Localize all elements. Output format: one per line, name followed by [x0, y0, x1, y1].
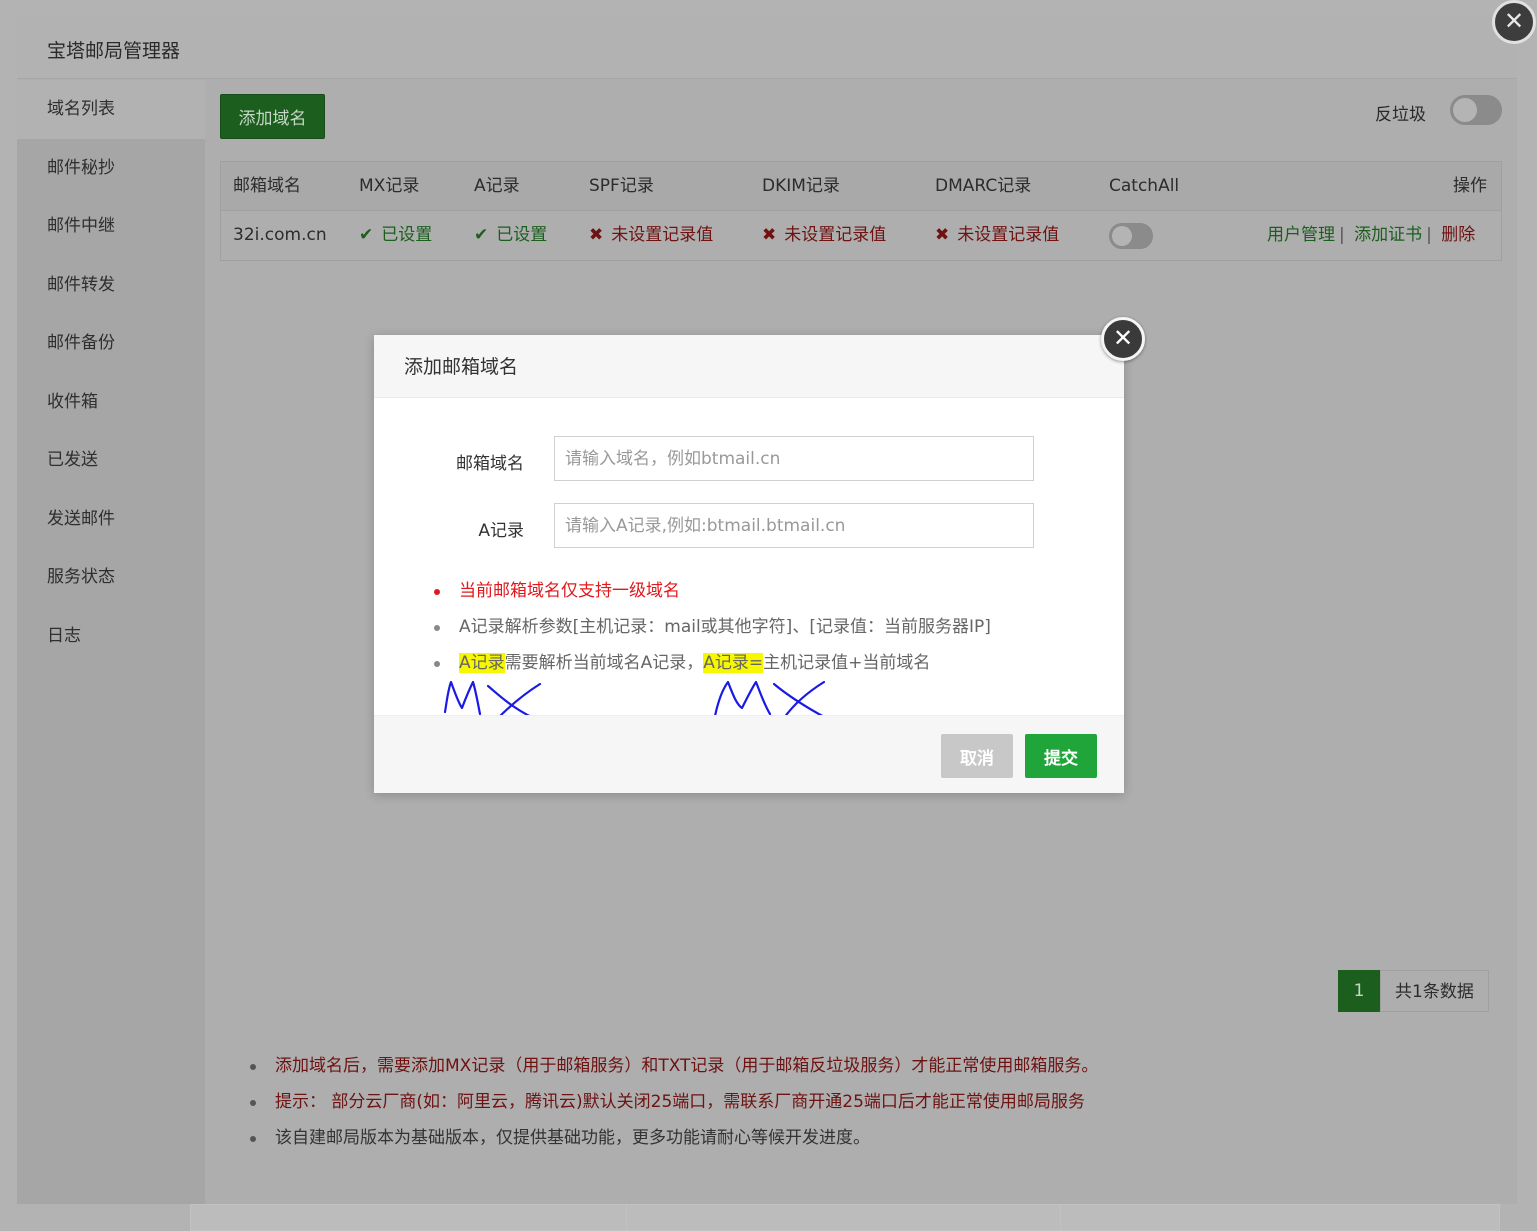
- separator: |: [1339, 225, 1345, 245]
- dialog-title: 添加邮箱域名: [374, 335, 1124, 398]
- sidebar-item-service-status[interactable]: 服务状态: [17, 548, 205, 607]
- tip-text: 需要解析当前域名A记录，: [504, 653, 704, 673]
- note-item: 提示： 部分云厂商(如：阿里云，腾讯云)默认关闭25端口，需联系厂商开通25端口…: [250, 1086, 1490, 1122]
- cross-icon: ✖: [762, 225, 777, 245]
- page-1-button[interactable]: 1: [1338, 970, 1380, 1012]
- col-header-spf: SPF记录: [589, 176, 654, 196]
- user-manage-link[interactable]: 用户管理: [1267, 225, 1335, 245]
- check-icon: ✔: [359, 225, 374, 245]
- sidebar-item-logs[interactable]: 日志: [17, 607, 205, 666]
- sidebar-item-inbox[interactable]: 收件箱: [17, 373, 205, 432]
- a-status-cell: ✔ 已设置: [474, 211, 547, 260]
- sidebar: 域名列表 邮件秘抄 邮件中继 邮件转发 邮件备份 收件箱 已发送 发送邮件 服务…: [17, 80, 205, 1204]
- dialog-close-icon[interactable]: ✕: [1101, 317, 1145, 361]
- sidebar-item-sent[interactable]: 已发送: [17, 431, 205, 490]
- dmarc-status-text: 未设置记录值: [957, 225, 1060, 245]
- bg-card: [1060, 1204, 1500, 1231]
- note-item: 该自建邮局版本为基础版本，仅提供基础功能，更多功能请耐心等候开发进度。: [250, 1122, 1490, 1158]
- antispam-label: 反垃圾: [1375, 105, 1426, 125]
- sidebar-item-send-mail[interactable]: 发送邮件: [17, 490, 205, 549]
- actions-cell: 用户管理 | 添加证书 | 删除: [1267, 211, 1475, 260]
- col-header-dmarc: DMARC记录: [935, 176, 1032, 196]
- dialog-footer: 取消 提交: [374, 715, 1124, 793]
- catchall-toggle[interactable]: [1109, 223, 1153, 249]
- dmarc-status-cell: ✖ 未设置记录值: [935, 211, 1059, 260]
- toggle-knob: [1112, 226, 1132, 246]
- col-header-a: A记录: [474, 176, 520, 196]
- tip-item: 当前邮箱域名仅支持一级域名: [429, 575, 1089, 611]
- handwritten-mx-annotation: [713, 680, 828, 720]
- domain-cell: 32i.com.cn: [233, 225, 327, 245]
- col-header-dkim: DKIM记录: [762, 176, 840, 196]
- col-header-mx: MX记录: [359, 176, 420, 196]
- cross-icon: ✖: [935, 225, 950, 245]
- toggle-knob: [1453, 98, 1477, 122]
- add-cert-link[interactable]: 添加证书: [1354, 225, 1422, 245]
- col-header-actions: 操作: [1453, 176, 1487, 196]
- note-item: 添加域名后，需要添加MX记录（用于邮箱服务）和TXT记录（用于邮箱反垃圾服务）才…: [250, 1050, 1490, 1086]
- col-header-catchall: CatchAll: [1109, 176, 1180, 196]
- a-record-input[interactable]: [554, 503, 1034, 548]
- add-mail-domain-dialog: 添加邮箱域名 ✕ 邮箱域名 A记录 当前邮箱域名仅支持一级域名 A记录解析参数[…: [374, 317, 1145, 793]
- table-header-row: 邮箱域名 MX记录 A记录 SPF记录 DKIM记录 DMARC记录 Catch…: [221, 162, 1501, 211]
- sidebar-item-mail-relay[interactable]: 邮件中继: [17, 197, 205, 256]
- window-close-icon[interactable]: ✕: [1492, 0, 1536, 44]
- delete-link[interactable]: 删除: [1441, 225, 1475, 245]
- tip-item: A记录解析参数[主机记录：mail或其他字符]、[记录值：当前服务器IP]: [429, 611, 1089, 647]
- pagination-total: 共1条数据: [1380, 970, 1489, 1012]
- submit-button[interactable]: 提交: [1025, 734, 1097, 778]
- spf-status-text: 未设置记录值: [611, 225, 714, 245]
- window-title: 宝塔邮局管理器: [47, 40, 181, 62]
- domain-field-label: 邮箱域名: [456, 454, 524, 474]
- cancel-button[interactable]: 取消: [941, 734, 1013, 778]
- separator: |: [1426, 225, 1432, 245]
- col-header-domain: 邮箱域名: [233, 176, 301, 196]
- mx-status-text: 已设置: [381, 225, 433, 245]
- tip-text: 主机记录值+当前域名: [763, 653, 931, 673]
- cross-icon: ✖: [589, 225, 604, 245]
- bg-card: [190, 1204, 630, 1231]
- sidebar-item-mail-backup[interactable]: 邮件备份: [17, 314, 205, 373]
- dkim-status-cell: ✖ 未设置记录值: [762, 211, 886, 260]
- pagination: 1 共1条数据: [1338, 970, 1489, 1012]
- sidebar-item-mail-bcc[interactable]: 邮件秘抄: [17, 139, 205, 198]
- dkim-status-text: 未设置记录值: [784, 225, 887, 245]
- domain-input[interactable]: [554, 436, 1034, 481]
- spf-status-cell: ✖ 未设置记录值: [589, 211, 713, 260]
- notes-list: 添加域名后，需要添加MX记录（用于邮箱服务）和TXT记录（用于邮箱反垃圾服务）才…: [250, 1050, 1490, 1158]
- sidebar-item-mail-forward[interactable]: 邮件转发: [17, 256, 205, 315]
- bg-card: [626, 1204, 1066, 1231]
- highlighted-text: A记录=: [703, 653, 764, 673]
- check-icon: ✔: [474, 225, 489, 245]
- antispam-toggle[interactable]: [1450, 95, 1502, 125]
- domain-table: 邮箱域名 MX记录 A记录 SPF记录 DKIM记录 DMARC记录 Catch…: [220, 161, 1502, 261]
- highlighted-text: A记录: [459, 653, 505, 673]
- dialog-tips-list: 当前邮箱域名仅支持一级域名 A记录解析参数[主机记录：mail或其他字符]、[记…: [429, 575, 1089, 683]
- table-row: 32i.com.cn ✔ 已设置 ✔ 已设置 ✖ 未设置记录值 ✖ 未设置记录值 ✖ 未设…: [221, 211, 1501, 260]
- sidebar-item-domain-list[interactable]: 域名列表: [17, 80, 205, 139]
- window-header: 宝塔邮局管理器: [17, 16, 1517, 79]
- a-status-text: 已设置: [496, 225, 548, 245]
- add-domain-button[interactable]: 添加域名: [220, 94, 325, 139]
- mx-status-cell: ✔ 已设置: [359, 211, 432, 260]
- a-record-field-label: A记录: [478, 521, 524, 541]
